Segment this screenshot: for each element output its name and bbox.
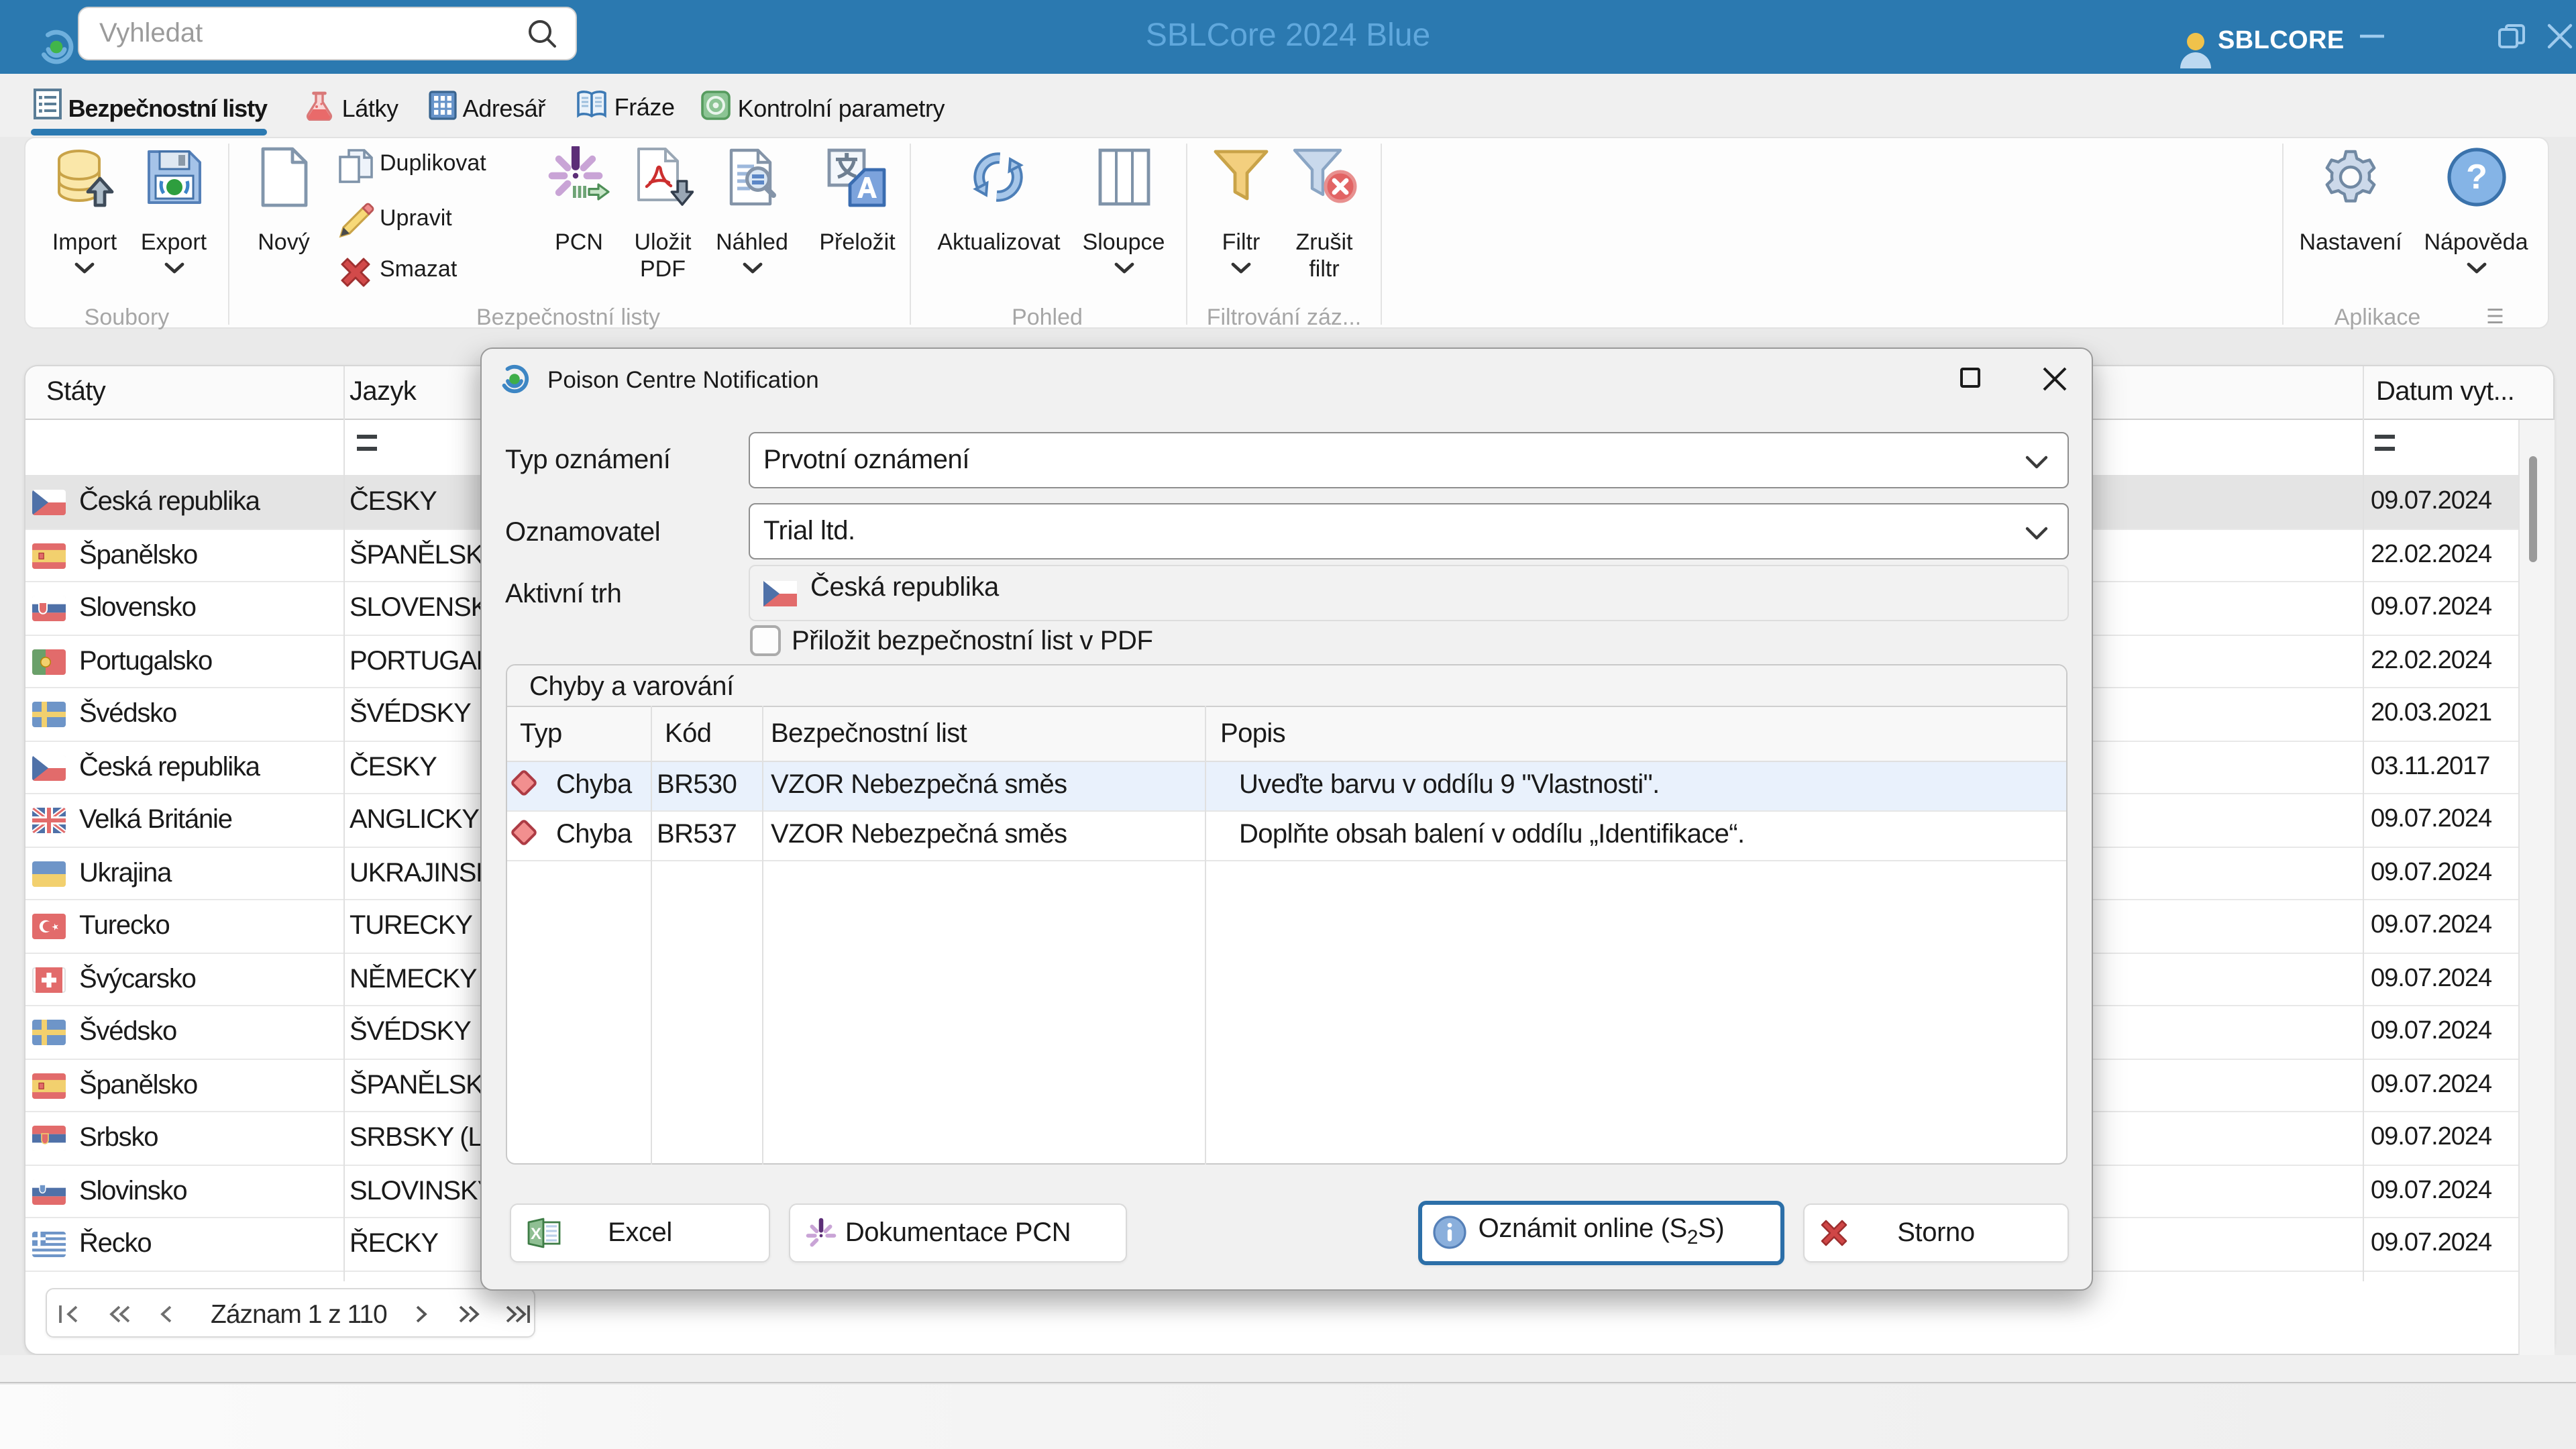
svg-text:?: ?	[2465, 158, 2487, 197]
